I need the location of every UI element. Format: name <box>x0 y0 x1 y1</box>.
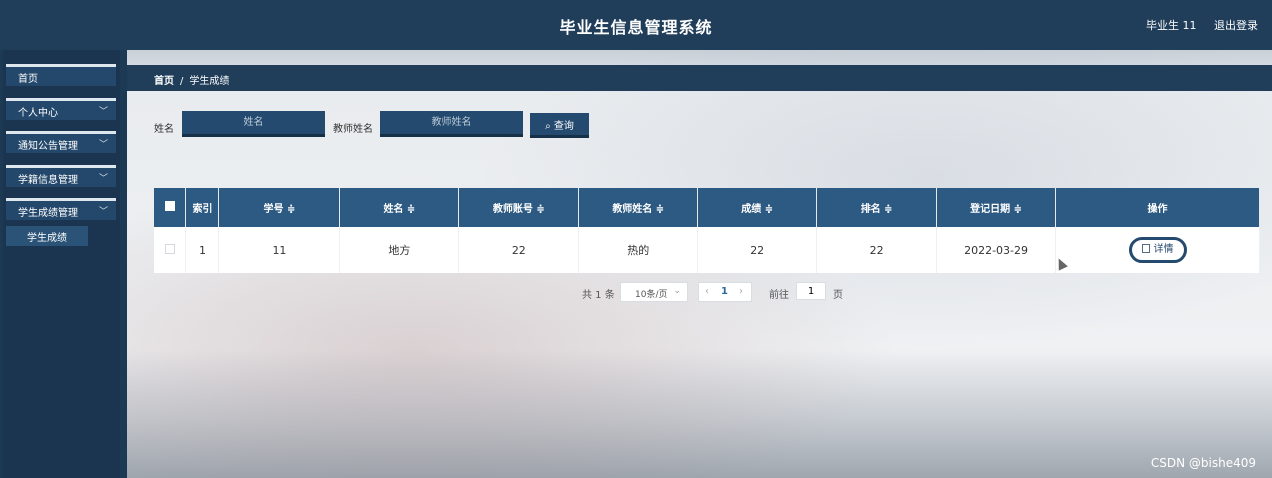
app-title: 毕业生信息管理系统 <box>559 18 713 37</box>
sidebar-item-label: 通知公告管理 <box>18 141 78 152</box>
select-all-checkbox[interactable] <box>164 201 175 211</box>
cell-teacher-account: 22 <box>458 227 580 273</box>
column-header-score[interactable]: 成绩 ≑ <box>697 188 818 227</box>
teacher-name-search-input[interactable] <box>380 111 523 137</box>
cell-actions: 详情 <box>1055 227 1260 273</box>
sidebar-item-label: 个人中心 <box>18 108 58 119</box>
pagination-total: 共 1 条 <box>582 290 615 301</box>
column-header-teacher-account[interactable]: 教师账号 ≑ <box>458 188 580 227</box>
chevron-down-icon: ﹀ <box>98 107 108 117</box>
column-header-rank[interactable]: 排名 ≑ <box>816 188 938 227</box>
goto-page-input[interactable] <box>796 282 826 300</box>
user-area: 毕业生 11 退出登录 <box>1132 17 1258 33</box>
sidebar-item-enrollment-management[interactable]: 学籍信息管理 ﹀ <box>6 165 116 187</box>
query-button[interactable]: ⌕ 查询 <box>530 113 589 138</box>
sidebar-item-label: 学籍信息管理 <box>18 175 78 186</box>
chevron-down-icon: ⌄ <box>673 286 681 296</box>
breadcrumb: 首页 / 学生成绩 <box>127 65 1272 91</box>
name-search-input[interactable] <box>182 111 325 137</box>
breadcrumb-current: 学生成绩 <box>189 76 230 87</box>
detail-button-label: 详情 <box>1153 244 1174 255</box>
cell-date: 2022-03-29 <box>936 227 1057 273</box>
column-header-teacher-name[interactable]: 教师姓名 ≑ <box>578 188 699 227</box>
sidebar-item-label: 学生成绩管理 <box>18 208 78 219</box>
column-header-index: 索引 <box>185 188 220 227</box>
breadcrumb-home[interactable]: 首页 <box>154 76 174 87</box>
goto-label: 前往 <box>769 290 789 301</box>
search-icon: ⌕ <box>545 120 551 132</box>
query-button-label: 查询 <box>553 120 574 132</box>
sidebar-item-label: 首页 <box>18 74 38 85</box>
row-checkbox[interactable] <box>164 243 175 254</box>
cell-student-id: 11 <box>218 227 341 273</box>
row-checkbox-cell[interactable] <box>154 227 187 273</box>
cell-rank: 22 <box>816 227 938 273</box>
sidebar-item-home[interactable]: 首页 <box>6 64 116 86</box>
sidebar-item-notice-management[interactable]: 通知公告管理 ﹀ <box>6 131 116 153</box>
user-name: 毕业生 11 <box>1146 19 1197 32</box>
cell-index: 1 <box>185 227 220 273</box>
cell-teacher-name: 热的 <box>578 227 699 273</box>
page-number-current[interactable]: 1 <box>721 286 728 297</box>
logout-link[interactable]: 退出登录 <box>1214 19 1258 32</box>
cell-score: 22 <box>697 227 818 273</box>
select-all-checkbox-cell[interactable] <box>154 188 187 227</box>
table-row: 1 11 地方 22 热的 22 22 2022-03-29 详情 <box>154 227 1260 273</box>
name-label: 姓名 <box>154 124 174 135</box>
sidebar-item-grade-management[interactable]: 学生成绩管理 ﹀ <box>6 198 116 220</box>
page-suffix-label: 页 <box>833 290 843 301</box>
chevron-down-icon: ﹀ <box>98 140 108 150</box>
chevron-down-icon: ﹀ <box>98 207 108 217</box>
watermark: CSDN @bishe409 <box>1150 456 1256 470</box>
column-header-name[interactable]: 姓名 ≑ <box>339 188 460 227</box>
top-bar: 毕业生信息管理系统 毕业生 11 退出登录 <box>0 0 1272 50</box>
chevron-down-icon: ﹀ <box>98 174 108 184</box>
teacher-name-label: 教师姓名 <box>333 124 373 135</box>
page-size-value: 10条/页 <box>635 290 668 300</box>
breadcrumb-separator: / <box>180 76 184 87</box>
page-size-select[interactable]: 10条/页 ⌄ <box>620 282 688 302</box>
table-header-row: 索引 学号 ≑ 姓名 ≑ 教师账号 ≑ 教师姓名 ≑ 成绩 ≑ 排名 ≑ 登记日… <box>154 188 1260 227</box>
sidebar: 首页 个人中心 ﹀ 通知公告管理 ﹀ 学籍信息管理 ﹀ 学生成绩管理 ﹀ 学生成… <box>3 50 120 478</box>
page-navigator: ‹ 1 › <box>698 282 752 302</box>
document-icon <box>1141 244 1150 253</box>
prev-page-icon[interactable]: ‹ <box>705 286 709 297</box>
sidebar-item-personal-center[interactable]: 个人中心 ﹀ <box>6 98 116 120</box>
cell-name: 地方 <box>339 227 460 273</box>
sidebar-subitem-student-grades[interactable]: 学生成绩 <box>6 226 88 246</box>
next-page-icon[interactable]: › <box>739 286 743 297</box>
column-header-actions: 操作 <box>1055 188 1260 227</box>
column-header-student-id[interactable]: 学号 ≑ <box>218 188 341 227</box>
detail-button[interactable]: 详情 <box>1128 237 1187 263</box>
grades-table: 索引 学号 ≑ 姓名 ≑ 教师账号 ≑ 教师姓名 ≑ 成绩 ≑ 排名 ≑ 登记日… <box>154 188 1260 273</box>
column-header-date[interactable]: 登记日期 ≑ <box>936 188 1057 227</box>
main-content: 首页 / 学生成绩 姓名 教师姓名 ⌕ 查询 索引 学号 ≑ 姓名 ≑ 教师账号 ≑… <box>127 50 1272 478</box>
